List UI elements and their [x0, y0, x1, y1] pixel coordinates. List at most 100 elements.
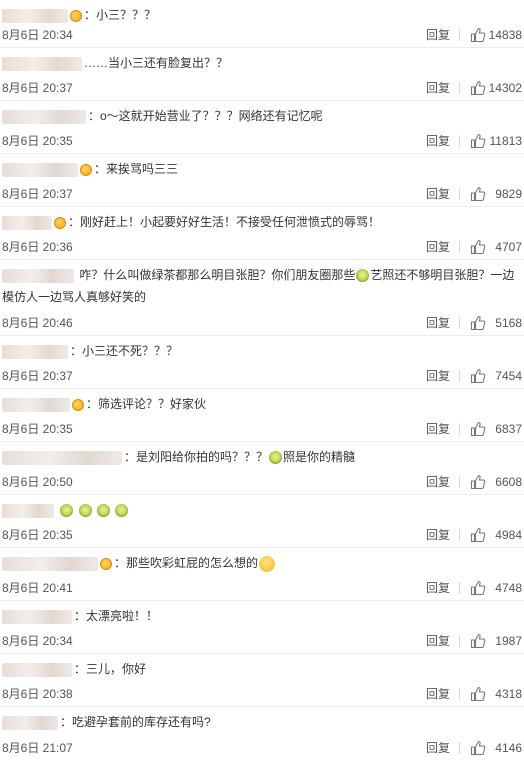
comment-content: ：小三？？？	[84, 8, 157, 22]
reply-button[interactable]: 回复	[426, 474, 450, 490]
member-badge-icon	[54, 216, 66, 229]
blurred-username[interactable]	[2, 609, 72, 624]
blurred-username[interactable]	[2, 215, 52, 230]
comment-item: ……当小三还有脸复出？？ 8月6日 20:37 回复 14302	[0, 48, 524, 101]
comment-time: 8月6日 20:34	[2, 634, 73, 648]
green-tea-emoji-icon	[356, 269, 370, 283]
comment-item: ：三儿，你好 8月6日 20:38 回复 4318	[0, 654, 524, 707]
reply-button[interactable]: 回复	[426, 27, 450, 43]
comment-text: ：是刘阳给你拍的吗？？？ 照是你的精髓	[0, 442, 524, 468]
thumbs-up-icon[interactable]	[470, 133, 486, 149]
comment-time: 8月6日 21:07	[2, 741, 73, 755]
comment-time: 8月6日 20:35	[2, 528, 73, 542]
comment-time: 8月6日 20:46	[2, 316, 73, 330]
comment-item: ：筛选评论？？好家伙 8月6日 20:35 回复 6837	[0, 389, 524, 442]
thumbs-up-icon[interactable]	[470, 315, 486, 331]
thumbs-up-icon[interactable]	[470, 27, 486, 43]
comment-text: ：筛选评论？？好家伙	[0, 389, 524, 415]
reply-button[interactable]: 回复	[426, 133, 450, 149]
thumbs-up-icon[interactable]	[470, 686, 486, 702]
comment-content: ：三儿，你好	[74, 662, 147, 676]
blurred-username[interactable]	[2, 56, 82, 71]
divider	[459, 317, 460, 329]
thumbs-up-icon[interactable]	[470, 633, 486, 649]
comment-time: 8月6日 20:37	[2, 369, 73, 383]
like-count: 5168	[495, 316, 522, 330]
reply-button[interactable]: 回复	[426, 421, 450, 437]
member-badge-icon	[70, 9, 82, 22]
thumbs-up-icon[interactable]	[470, 368, 486, 384]
comment-meta: 8月6日 20:46 回复 5168	[2, 315, 524, 331]
comment-content: ：小三还不死？？？	[70, 344, 179, 358]
blurred-username[interactable]	[2, 556, 98, 571]
comment-text: ：小三还不死？？？	[0, 336, 524, 362]
reply-button[interactable]: 回复	[426, 633, 450, 649]
comment-text: ……当小三还有脸复出？？	[0, 48, 524, 74]
comment-time: 8月6日 20:35	[2, 134, 73, 148]
comment-item: 8月6日 20:35 回复 4984	[0, 495, 524, 548]
comment-time: 8月6日 20:36	[2, 240, 73, 254]
divider	[459, 476, 460, 488]
blurred-username[interactable]	[2, 450, 122, 465]
comment-item: ：吃避孕套前的库存还有吗? 8月6日 21:07 回复 4146	[0, 707, 524, 760]
reply-button[interactable]: 回复	[426, 186, 450, 202]
like-count: 11813	[489, 134, 522, 148]
comment-list: ：小三？？？ 8月6日 20:34 回复 14838 ……当小三还有脸复出？？ …	[0, 0, 524, 760]
comment-time: 8月6日 20:38	[2, 687, 73, 701]
comment-time: 8月6日 20:50	[2, 475, 73, 489]
thumbs-up-icon[interactable]	[470, 239, 486, 255]
thinking-face-emoji-icon	[259, 555, 276, 572]
comment-text: ：小三？？？	[0, 0, 524, 26]
comment-meta: 8月6日 20:34 回复 14838	[2, 27, 524, 43]
thumbs-up-icon[interactable]	[470, 474, 486, 490]
member-badge-icon	[100, 557, 112, 570]
thumbs-up-icon[interactable]	[470, 186, 486, 202]
divider	[459, 688, 460, 700]
comment-content: ：吃避孕套前的库存还有吗?	[60, 715, 211, 729]
comment-text: 咋？什么叫做绿茶都那么明目张胆？你们朋友圈那些 艺照还不够明目张胆？一边模仿人一边…	[0, 260, 524, 308]
divider	[459, 423, 460, 435]
comment-time: 8月6日 20:37	[2, 81, 73, 95]
like-count: 4984	[495, 528, 522, 542]
comment-meta: 8月6日 20:37 回复 14302	[2, 80, 524, 96]
divider	[459, 742, 460, 754]
thumbs-up-icon[interactable]	[470, 421, 486, 437]
blurred-username[interactable]	[2, 268, 74, 283]
thumbs-up-icon[interactable]	[470, 740, 486, 756]
blurred-username[interactable]	[2, 109, 86, 124]
blurred-username[interactable]	[2, 715, 58, 730]
comment-time: 8月6日 20:34	[2, 28, 73, 42]
reply-button[interactable]: 回复	[426, 580, 450, 596]
comment-meta: 8月6日 20:36 回复 4707	[2, 239, 524, 255]
blurred-username[interactable]	[2, 397, 70, 412]
like-count: 4707	[495, 240, 522, 254]
blurred-username[interactable]	[2, 8, 68, 23]
thumbs-up-icon[interactable]	[470, 580, 486, 596]
comment-content: ：那些吹彩虹屁的怎么想的	[114, 556, 259, 570]
divider	[459, 529, 460, 541]
comment-meta: 8月6日 20:50 回复 6608	[2, 474, 524, 490]
divider	[459, 582, 460, 594]
comment-text	[0, 495, 524, 521]
reply-button[interactable]: 回复	[426, 740, 450, 756]
comment-item: ：刚好赶上！小起要好好生活！不接受任何泄愤式的辱骂！ 8月6日 20:36 回复…	[0, 207, 524, 260]
like-count: 14838	[488, 28, 522, 42]
blurred-username[interactable]	[2, 503, 54, 518]
reply-button[interactable]: 回复	[426, 368, 450, 384]
thumbs-up-icon[interactable]	[470, 527, 486, 543]
comment-content: ：o～这就开始营业了？？？网络还有记忆呢	[88, 109, 323, 123]
like-count: 14302	[488, 81, 522, 95]
divider	[459, 188, 460, 200]
comment-text: ：太漂亮啦！！	[0, 601, 524, 627]
thumbs-up-icon[interactable]	[470, 80, 486, 96]
blurred-username[interactable]	[2, 162, 78, 177]
reply-button[interactable]: 回复	[426, 80, 450, 96]
reply-button[interactable]: 回复	[426, 239, 450, 255]
blurred-username[interactable]	[2, 344, 68, 359]
reply-button[interactable]: 回复	[426, 315, 450, 331]
blurred-username[interactable]	[2, 662, 72, 677]
reply-button[interactable]: 回复	[426, 686, 450, 702]
like-count: 7454	[495, 369, 522, 383]
comment-meta: 8月6日 21:07 回复 4146	[2, 740, 524, 756]
reply-button[interactable]: 回复	[426, 527, 450, 543]
